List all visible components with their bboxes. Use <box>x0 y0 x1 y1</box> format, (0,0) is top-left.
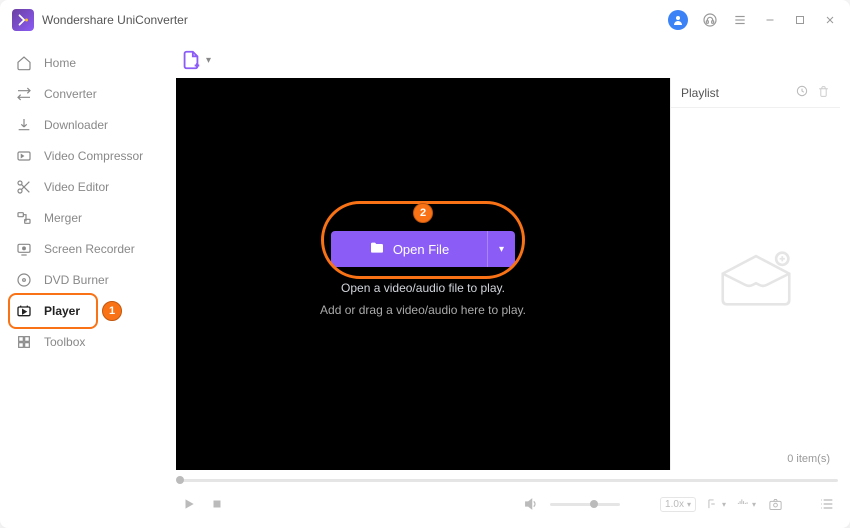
playlist-title: Playlist <box>681 86 719 100</box>
sidebar-item-home[interactable]: Home <box>0 48 166 78</box>
volume-knob[interactable] <box>590 500 598 508</box>
sidebar: Home Converter Downloader Video Compress… <box>0 40 166 528</box>
open-file-dropdown-caret[interactable]: ▾ <box>487 231 515 267</box>
annotation-badge-2: 2 <box>413 203 433 223</box>
window-minimize-icon[interactable] <box>762 12 778 28</box>
content: Home Converter Downloader Video Compress… <box>0 40 850 528</box>
app-logo <box>12 9 34 31</box>
open-file-label: Open File <box>393 242 449 257</box>
progress-track[interactable] <box>178 479 838 482</box>
app-window: Wondershare UniConverter <box>0 0 850 528</box>
sidebar-item-label: Screen Recorder <box>44 242 135 256</box>
playlist-footer: 0 item(s) <box>671 448 840 470</box>
audio-track-button[interactable]: ▾ <box>736 497 756 511</box>
playlist-count: 0 item(s) <box>787 453 830 465</box>
subtitle-button[interactable]: ▾ <box>706 497 726 511</box>
progress-knob[interactable] <box>176 476 184 484</box>
empty-inbox-icon <box>711 243 801 313</box>
user-avatar[interactable] <box>668 10 688 30</box>
playback-speed-button[interactable]: 1.0x▾ <box>660 497 696 512</box>
main-panel: ▾ ‹ 2 Open File ▾ <box>166 40 850 528</box>
download-icon <box>16 117 32 133</box>
sidebar-item-converter[interactable]: Converter <box>0 79 166 109</box>
video-area[interactable]: 2 Open File ▾ Open a video/audio file to… <box>176 78 670 470</box>
volume-slider[interactable] <box>550 503 620 506</box>
stage-row: ‹ 2 Open File ▾ Open a video/au <box>176 78 840 470</box>
converter-icon <box>16 86 32 102</box>
sidebar-item-label: Video Compressor <box>44 149 143 163</box>
sidebar-item-label: Home <box>44 56 76 70</box>
titlebar-actions <box>668 10 838 30</box>
sidebar-item-label: Merger <box>44 211 82 225</box>
progress-bar[interactable] <box>176 470 840 486</box>
sidebar-item-label: Toolbox <box>44 335 85 349</box>
playlist-panel: Playlist <box>670 78 840 470</box>
window-maximize-icon[interactable] <box>792 12 808 28</box>
toolbox-icon <box>16 334 32 350</box>
sidebar-item-editor[interactable]: Video Editor <box>0 172 166 202</box>
disc-icon <box>16 272 32 288</box>
sidebar-item-label: Player <box>44 304 80 318</box>
recorder-icon <box>16 241 32 257</box>
open-file-button: Open File ▾ <box>331 231 515 267</box>
scissors-icon <box>16 179 32 195</box>
open-file-group: 2 Open File ▾ <box>331 231 515 267</box>
sidebar-item-dvd[interactable]: DVD Burner <box>0 265 166 295</box>
sidebar-item-compressor[interactable]: Video Compressor <box>0 141 166 171</box>
open-file-main-button[interactable]: Open File <box>331 231 487 267</box>
merger-icon <box>16 210 32 226</box>
drag-drop-hint: Add or drag a video/audio here to play. <box>320 303 526 317</box>
speed-value: 1.0x <box>665 499 684 510</box>
sidebar-item-recorder[interactable]: Screen Recorder <box>0 234 166 264</box>
volume-icon[interactable] <box>522 495 540 513</box>
stop-button[interactable] <box>208 495 226 513</box>
titlebar: Wondershare UniConverter <box>0 0 850 40</box>
support-icon[interactable] <box>702 12 718 28</box>
window-close-icon[interactable] <box>822 12 838 28</box>
add-file-button[interactable] <box>180 49 202 71</box>
sidebar-item-player[interactable]: Player 1 <box>0 296 166 326</box>
sidebar-item-label: DVD Burner <box>44 273 109 287</box>
playlist-settings-icon[interactable] <box>795 84 809 101</box>
toolbar: ▾ <box>176 48 840 78</box>
play-button[interactable] <box>180 495 198 513</box>
player-icon <box>16 303 32 319</box>
player-controls: 1.0x▾ ▾ ▾ <box>176 486 840 522</box>
annotation-badge-1: 1 <box>102 301 122 321</box>
sidebar-item-label: Converter <box>44 87 97 101</box>
menu-icon[interactable] <box>732 12 748 28</box>
playlist-header: Playlist <box>671 78 840 108</box>
home-icon <box>16 55 32 71</box>
compressor-icon <box>16 148 32 164</box>
sidebar-item-label: Downloader <box>44 118 108 132</box>
sidebar-item-downloader[interactable]: Downloader <box>0 110 166 140</box>
app-title: Wondershare UniConverter <box>42 13 668 27</box>
snapshot-button[interactable] <box>766 495 784 513</box>
sidebar-item-label: Video Editor <box>44 180 109 194</box>
open-file-hint: Open a video/audio file to play. <box>341 281 505 295</box>
sidebar-item-toolbox[interactable]: Toolbox <box>0 327 166 357</box>
add-file-dropdown-caret[interactable]: ▾ <box>206 55 211 66</box>
playlist-body <box>671 108 840 448</box>
sidebar-item-merger[interactable]: Merger <box>0 203 166 233</box>
playlist-toggle-icon[interactable] <box>818 495 836 513</box>
folder-icon <box>369 240 385 259</box>
playlist-delete-icon[interactable] <box>817 85 830 101</box>
